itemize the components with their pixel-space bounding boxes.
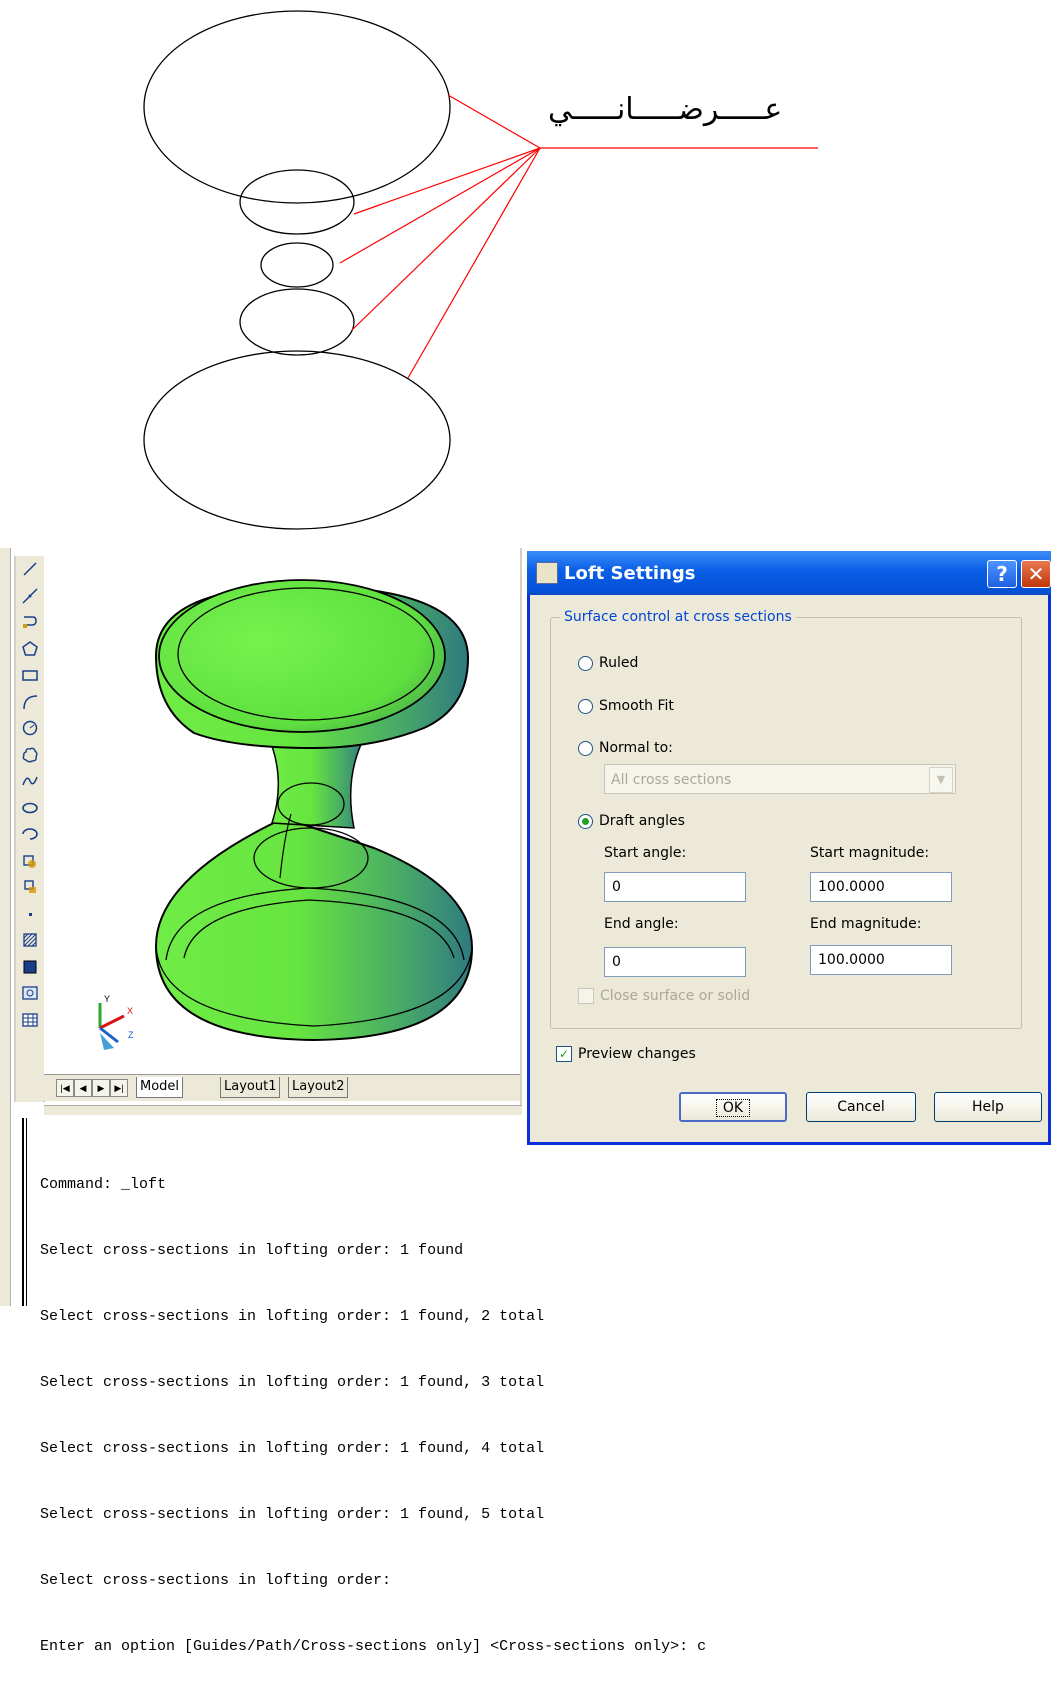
radio-button[interactable] [578,655,593,671]
leader-lines [339,94,818,379]
start-magnitude-label: Start magnitude: [810,845,930,861]
surface-control-group-label: Surface control at cross sections [560,609,796,625]
point-icon[interactable] [16,901,44,928]
circle-icon[interactable] [16,715,44,742]
ok-label: OK [715,1099,751,1117]
ruled-option[interactable]: Ruled [578,652,638,674]
close-icon[interactable]: ✕ [1021,560,1051,588]
upper-mid-circle [239,169,355,235]
hatch-icon[interactable] [16,927,44,954]
close-surface-label: Close surface or solid [600,988,751,1004]
revision-cloud-icon[interactable] [16,742,44,769]
normal-to-option[interactable]: Normal to: [578,737,673,759]
ucs-icon [98,1003,125,1050]
gradient-icon[interactable] [16,954,44,981]
line-icon[interactable] [16,556,44,583]
radio-button-selected[interactable] [578,813,593,829]
checkbox-checked[interactable]: ✓ [556,1046,572,1062]
polygon-icon[interactable] [16,636,44,663]
viewport-border [520,548,522,1108]
checkbox-disabled [578,988,594,1004]
start-angle-label: Start angle: [604,845,687,861]
construction-line-icon[interactable] [16,583,44,610]
smooth-fit-option[interactable]: Smooth Fit [578,695,674,717]
cross-section-label: عـــــرضـــــانـــــي [548,92,783,127]
loft-settings-dialog: Loft Settings ? ✕ Surface control at cro… [527,551,1051,1145]
bottom-large-circle [143,350,451,530]
draft-angles-option[interactable]: Draft angles [578,810,685,832]
radio-button[interactable] [578,698,593,714]
lower-mid-circle [239,288,355,356]
end-magnitude-label: End magnitude: [810,916,922,932]
ucs-y-label: Y [104,994,111,1004]
lofted-solid [98,579,474,1050]
chevron-down-icon: ▼ [929,767,953,793]
preview-changes-option[interactable]: ✓ Preview changes [556,1046,696,1062]
normal-to-value: All cross sections [611,772,732,788]
normal-to-select: All cross sections ▼ [604,764,956,794]
prev-tab-button[interactable]: ◀ [74,1079,92,1097]
first-tab-button[interactable]: |◀ [56,1079,74,1097]
cross-section-drawing [143,10,818,530]
table-icon[interactable] [16,1007,44,1034]
command-line: Select cross-sections in lofting order: … [40,1440,545,1457]
make-block-icon[interactable] [16,874,44,901]
command-line: Select cross-sections in lofting order: … [40,1242,464,1259]
dialog-title-bar[interactable]: Loft Settings ? ✕ [527,551,1051,595]
tab-layout1[interactable]: Layout1 [220,1077,281,1098]
command-history: Command: _loft Select cross-sections in … [40,1130,706,1702]
tab-model[interactable]: Model [136,1077,184,1098]
window-left-edge [0,548,11,1306]
loft-app-icon [536,562,558,584]
end-angle-label: End angle: [604,916,679,932]
preview-changes-label: Preview changes [578,1046,696,1062]
close-surface-option: Close surface or solid [578,988,750,1004]
arc-icon[interactable] [16,689,44,716]
top-large-circle [143,10,451,204]
radio-button[interactable] [578,740,593,756]
start-magnitude-input[interactable]: 100.0000 [810,872,952,902]
tab-layout2[interactable]: Layout2 [288,1077,349,1098]
command-line: Select cross-sections in lofting order: … [40,1308,545,1325]
smooth-fit-label: Smooth Fit [599,698,674,714]
layout-tab-bar: |◀ ◀ ▶ ▶| Model Layout1 Layout2 [44,1074,520,1101]
ellipse-icon[interactable] [16,795,44,822]
normal-to-label: Normal to: [599,740,673,756]
polyline-icon[interactable] [16,609,44,636]
command-window-edge [22,1118,24,1306]
command-line: Enter an option [Guides/Path/Cross-secti… [40,1638,707,1655]
middle-small-circle [260,242,334,288]
end-magnitude-input[interactable]: 100.0000 [810,945,952,975]
command-window-edge-inner [26,1118,27,1306]
command-line: Select cross-sections in lofting order: … [40,1374,545,1391]
last-tab-button[interactable]: ▶| [110,1079,128,1097]
spline-icon[interactable] [16,768,44,795]
end-angle-input[interactable]: 0 [604,947,746,977]
dialog-title: Loft Settings [564,563,696,584]
start-angle-input[interactable]: 0 [604,872,746,902]
insert-block-icon[interactable] [16,848,44,875]
region-icon[interactable] [16,980,44,1007]
help-question-icon[interactable]: ? [987,560,1017,588]
draft-angles-label: Draft angles [599,813,685,829]
draw-toolbar [14,556,45,1102]
command-line: Select cross-sections in lofting order: [40,1572,392,1589]
help-button[interactable]: Help [934,1092,1042,1122]
next-tab-button[interactable]: ▶ [92,1079,110,1097]
command-line: Command: _loft [40,1176,167,1193]
rectangle-icon[interactable] [16,662,44,689]
model-viewport[interactable]: Y X Z [44,548,524,1076]
cancel-button[interactable]: Cancel [806,1092,916,1122]
ok-button[interactable]: OK [679,1092,787,1122]
ucs-z-label: Z [128,1030,134,1040]
ellipse-arc-icon[interactable] [16,821,44,848]
ucs-x-label: X [127,1006,134,1016]
ruled-label: Ruled [599,655,639,671]
command-line: Select cross-sections in lofting order: … [40,1506,545,1523]
